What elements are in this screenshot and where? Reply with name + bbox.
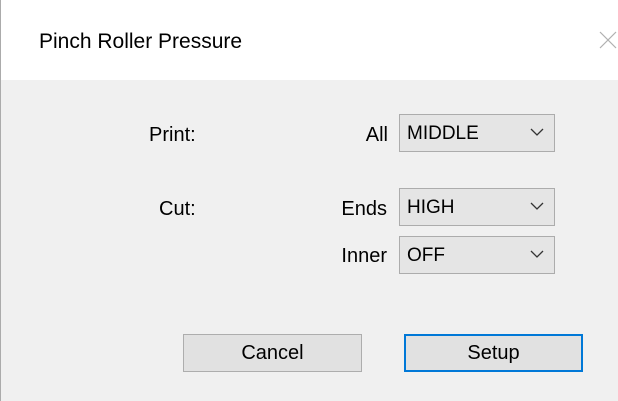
cut-inner-value: OFF: [407, 245, 445, 266]
cut-inner-label: Inner: [341, 245, 387, 267]
chevron-down-icon: [530, 128, 544, 136]
cancel-button[interactable]: Cancel: [183, 334, 362, 372]
title-bar: Pinch Roller Pressure: [1, 0, 618, 80]
chevron-down-icon: [530, 202, 544, 210]
pinch-roller-pressure-dialog: Pinch Roller Pressure Print: All MIDDLE …: [0, 0, 618, 401]
close-button[interactable]: [593, 20, 618, 60]
print-section-label: Print:: [149, 124, 196, 146]
print-all-select[interactable]: MIDDLE: [399, 114, 555, 152]
dialog-title: Pinch Roller Pressure: [39, 30, 243, 53]
cut-ends-label: Ends: [341, 198, 387, 220]
close-icon: [599, 31, 617, 49]
cut-ends-value: HIGH: [407, 197, 455, 218]
cut-section-label: Cut:: [159, 198, 196, 220]
setup-button[interactable]: Setup: [404, 334, 583, 372]
print-all-label: All: [365, 124, 388, 146]
cut-inner-select[interactable]: OFF: [399, 236, 555, 274]
chevron-down-icon: [530, 250, 544, 258]
cut-ends-select[interactable]: HIGH: [399, 188, 555, 226]
print-all-value: MIDDLE: [407, 123, 479, 144]
